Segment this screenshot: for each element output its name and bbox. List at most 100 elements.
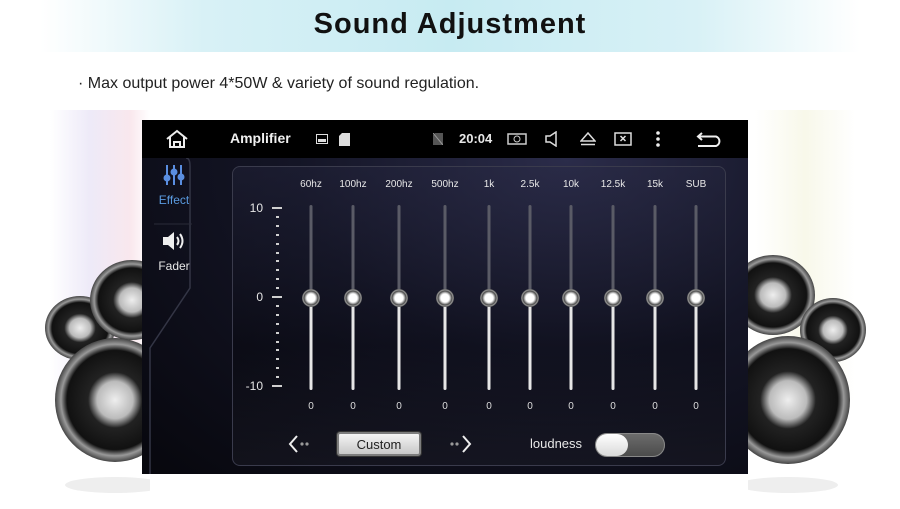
sidebar-item-label: Fader	[158, 259, 190, 273]
amplifier-content: Effect Fader 10 0 -10 60hz 0 100hz 0 200hz 0 5…	[142, 158, 748, 474]
sd-card-icon	[336, 120, 352, 158]
scale-tick-major	[272, 385, 282, 387]
band-slider-knob[interactable]	[436, 288, 454, 307]
band-slider-fill	[351, 297, 355, 390]
band-label: 60hz	[300, 179, 322, 190]
band-value: 0	[693, 401, 699, 412]
band-value: 0	[610, 401, 616, 412]
scale-tick	[276, 349, 279, 352]
preset-controls: Custom loudness	[233, 429, 725, 459]
band-slider-knob[interactable]	[480, 288, 498, 307]
band-slider-knob[interactable]	[604, 288, 622, 307]
band-slider-fill	[569, 297, 573, 390]
loudness-label: loudness	[530, 436, 583, 451]
scale-tick	[276, 260, 279, 263]
band-slider-knob[interactable]	[521, 288, 539, 307]
band-slider-knob[interactable]	[302, 288, 320, 307]
page-subtitle: · Max output power 4*50W & variety of so…	[78, 75, 480, 92]
scale-tick	[276, 278, 279, 281]
chevron-right-icon	[450, 435, 472, 453]
app-title: Amplifier	[230, 130, 291, 146]
chevron-left-icon	[288, 435, 309, 453]
band-label: 15k	[646, 179, 664, 190]
scale-tick	[276, 215, 279, 218]
head-unit-screen: Amplifier 20:04 Effect Fader 10 0 -10 60…	[142, 120, 748, 474]
band-slider-knob[interactable]	[687, 288, 705, 307]
volume-icon[interactable]	[542, 120, 562, 158]
scale-tick	[276, 251, 279, 254]
scale-tick	[276, 367, 279, 370]
sidebar-item-fader[interactable]: Fader	[142, 230, 206, 273]
close-window-icon[interactable]	[612, 120, 634, 158]
clock: 20:04	[459, 131, 493, 146]
speakers-right-icon	[748, 255, 866, 493]
band-value: 0	[308, 401, 314, 412]
status-bar: Amplifier 20:04	[142, 120, 748, 158]
scale-label-min: -10	[245, 379, 263, 393]
band-label: 12.5k	[600, 179, 626, 190]
scale-label-zero: 0	[256, 290, 263, 304]
band-value: 0	[527, 401, 533, 412]
scale-tick-major	[272, 296, 282, 298]
scale-tick	[276, 224, 279, 227]
band-slider-fill	[528, 297, 532, 390]
band-slider-fill	[611, 297, 615, 390]
band-label: 500hz	[431, 179, 459, 190]
band-slider-fill	[443, 297, 447, 390]
equalizer-icon	[163, 165, 185, 185]
scale-tick	[276, 269, 279, 272]
page-title: Sound Adjustment	[313, 8, 587, 40]
prev-preset-button[interactable]	[287, 433, 313, 455]
scale-tick	[276, 358, 279, 361]
scale-tick	[276, 322, 279, 325]
toggle-knob	[596, 434, 628, 456]
home-icon[interactable]	[162, 120, 192, 158]
sidebar: Effect Fader	[142, 158, 206, 474]
band-value: 0	[652, 401, 658, 412]
band-slider-knob[interactable]	[390, 288, 408, 307]
band-label: 2.5k	[520, 179, 540, 190]
scale-tick	[276, 331, 279, 334]
band-slider-fill	[694, 297, 698, 390]
eject-icon[interactable]	[578, 120, 598, 158]
scale-tick	[276, 313, 279, 316]
band-slider-fill	[653, 297, 657, 390]
band-slider-knob[interactable]	[646, 288, 664, 307]
band-value: 0	[350, 401, 356, 412]
band-label: 10k	[562, 179, 580, 190]
band-value: 0	[396, 401, 402, 412]
sidebar-item-label: Effect	[158, 193, 190, 207]
preset-custom-button[interactable]: Custom	[337, 432, 421, 456]
speakers-left-icon	[45, 260, 150, 493]
scale-tick	[276, 233, 279, 236]
scale-tick-major	[272, 207, 282, 209]
band-label: 100hz	[339, 179, 367, 190]
band-slider-fill	[309, 297, 313, 390]
scale-tick	[276, 340, 279, 343]
scale-label-max: 10	[249, 201, 263, 215]
next-preset-button[interactable]	[447, 433, 473, 455]
band-slider-knob[interactable]	[344, 288, 362, 307]
band-label: SUB	[685, 179, 707, 190]
image-icon	[314, 120, 330, 158]
band-label: 200hz	[385, 179, 413, 190]
speaker-icon	[163, 232, 184, 250]
scale-tick	[276, 304, 279, 307]
equalizer-panel: 10 0 -10 60hz 0 100hz 0 200hz 0 500hz 0 1k 0 2.5k 0…	[232, 166, 726, 466]
band-value: 0	[568, 401, 574, 412]
camera-icon[interactable]	[506, 120, 528, 158]
band-label: 1k	[483, 179, 495, 190]
band-slider-fill	[397, 297, 401, 390]
band-value: 0	[486, 401, 492, 412]
band-slider-fill	[487, 297, 491, 390]
loudness-toggle[interactable]	[595, 433, 665, 457]
scale-tick	[276, 242, 279, 245]
sidebar-item-effect[interactable]: Effect	[142, 164, 206, 207]
no-sim-icon	[430, 120, 446, 158]
band-slider-knob[interactable]	[562, 288, 580, 307]
scale-tick	[276, 287, 279, 290]
more-icon[interactable]	[648, 120, 668, 158]
back-icon[interactable]	[694, 120, 726, 158]
scale-tick	[276, 376, 279, 379]
band-value: 0	[442, 401, 448, 412]
